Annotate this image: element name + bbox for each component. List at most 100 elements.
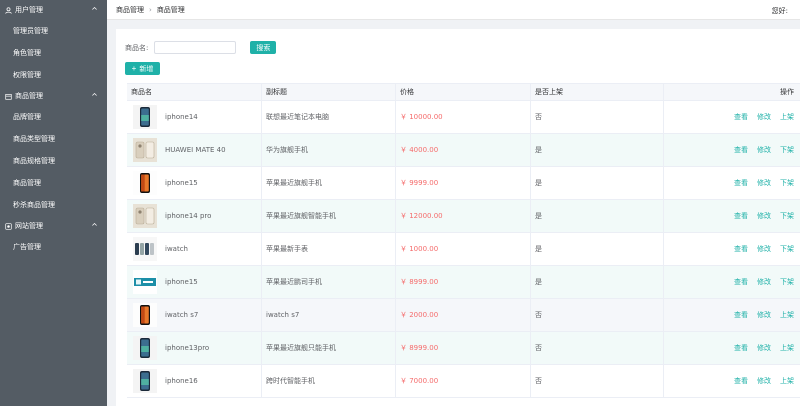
subtitle-cell: 苹果最近旗舰手机 — [262, 167, 396, 199]
goods-name-cell: HUAWEI MATE 40 — [127, 134, 262, 166]
goods-name-cell: iphone14 — [127, 101, 262, 133]
actions-cell: 查看 修改 下架 — [664, 200, 800, 232]
on-shelf-cell: 否 — [531, 101, 664, 133]
sidebar-item-goods-type[interactable]: 商品类型管理 — [0, 128, 107, 150]
chevron-up-icon — [91, 221, 98, 228]
view-link[interactable]: 查看 — [734, 376, 748, 386]
column-header: 是否上架 — [531, 84, 664, 100]
column-header: 商品名 — [127, 84, 262, 100]
phone-orange-icon — [133, 171, 157, 195]
view-link[interactable]: 查看 — [734, 277, 748, 287]
actions-cell: 查看 修改 上架 — [664, 101, 800, 133]
chevron-up-icon — [91, 91, 98, 98]
actions-cell: 查看 修改 下架 — [664, 134, 800, 166]
sidebar-item-permission[interactable]: 权限管理 — [0, 64, 107, 86]
subtitle-cell: 苹果最近旗舰智能手机 — [262, 200, 396, 232]
view-link[interactable]: 查看 — [734, 310, 748, 320]
shelf-toggle-link[interactable]: 上架 — [780, 112, 794, 122]
menu-group-label: 商品管理 — [15, 92, 43, 100]
on-shelf-cell: 是 — [531, 134, 664, 166]
table-row: iphone14 联想最近笔记本电脑 ￥ 10000.00 否 查看 修改 上架 — [127, 101, 800, 134]
sidebar-item-brand[interactable]: 品牌管理 — [0, 106, 107, 128]
menu-group-user[interactable]: 用户管理 — [0, 0, 107, 20]
breadcrumb: 商品管理 › 商品管理 — [107, 5, 185, 15]
price-cell: ￥ 8999.00 — [396, 266, 531, 298]
sidebar-item-ad[interactable]: 广告管理 — [0, 236, 107, 258]
phone-dark-icon — [133, 369, 157, 393]
sidebar-item-role[interactable]: 角色管理 — [0, 42, 107, 64]
on-shelf-cell: 是 — [531, 266, 664, 298]
sidebar-item-seckill[interactable]: 秒杀商品管理 — [0, 194, 107, 216]
column-header: 价格 — [396, 84, 531, 100]
sidebar-item-admin[interactable]: 管理员管理 — [0, 20, 107, 42]
shelf-toggle-link[interactable]: 下架 — [780, 277, 794, 287]
phone-dark-icon — [133, 105, 157, 129]
goods-name: iphone13pro — [165, 344, 210, 352]
goods-name: iwatch s7 — [165, 311, 199, 319]
shelf-toggle-link[interactable]: 下架 — [780, 145, 794, 155]
search-input[interactable] — [154, 41, 237, 54]
view-link[interactable]: 查看 — [734, 211, 748, 221]
subtitle-cell: 苹果最近鹏司手机 — [262, 266, 396, 298]
subtitle-cell: 华为旗舰手机 — [262, 134, 396, 166]
actions-cell: 查看 修改 下架 — [664, 167, 800, 199]
on-shelf-cell: 是 — [531, 233, 664, 265]
goods-name-cell: iphone15 — [127, 167, 262, 199]
search-label: 商品名: — [125, 43, 149, 52]
goods-name: iphone15 — [165, 278, 198, 286]
sidebar-item-goods-spec[interactable]: 商品规格管理 — [0, 150, 107, 172]
menu-group-site[interactable]: 网站管理 — [0, 216, 107, 236]
shelf-toggle-link[interactable]: 下架 — [780, 211, 794, 221]
shelf-toggle-link[interactable]: 下架 — [780, 244, 794, 254]
on-shelf-cell: 否 — [531, 299, 664, 331]
add-button[interactable]: + 新增 — [125, 62, 160, 75]
price-cell: ￥ 10000.00 — [396, 101, 531, 133]
phone-pair-icon — [133, 138, 157, 162]
goods-name: iphone16 — [165, 377, 198, 385]
view-link[interactable]: 查看 — [734, 112, 748, 122]
table-row: iwatch s7 iwatch s7 ￥ 2000.00 否 查看 修改 上架 — [127, 299, 800, 332]
actions-cell: 查看 修改 上架 — [664, 332, 800, 364]
menu-group-label: 用户管理 — [15, 6, 43, 14]
search-button[interactable]: 搜索 — [250, 41, 277, 54]
search-bar: 商品名: 搜索 — [125, 41, 277, 54]
edit-link[interactable]: 修改 — [757, 310, 771, 320]
user-greeting[interactable]: 您好: — [772, 6, 788, 16]
actions-cell: 查看 修改 下架 — [664, 266, 800, 298]
edit-link[interactable]: 修改 — [757, 244, 771, 254]
edit-link[interactable]: 修改 — [757, 376, 771, 386]
goods-name: HUAWEI MATE 40 — [165, 146, 226, 154]
subtitle-cell: 联想最近笔记本电脑 — [262, 101, 396, 133]
shelf-toggle-link[interactable]: 上架 — [780, 376, 794, 386]
price-cell: ￥ 1000.00 — [396, 233, 531, 265]
view-link[interactable]: 查看 — [734, 178, 748, 188]
edit-link[interactable]: 修改 — [757, 343, 771, 353]
edit-link[interactable]: 修改 — [757, 211, 771, 221]
user-icon — [5, 6, 12, 14]
edit-link[interactable]: 修改 — [757, 277, 771, 287]
breadcrumb-item[interactable]: 商品管理 — [116, 5, 144, 15]
phone-banner-icon — [133, 270, 157, 294]
edit-link[interactable]: 修改 — [757, 178, 771, 188]
menu-group-goods[interactable]: 商品管理 — [0, 86, 107, 106]
price-cell: ￥ 7000.00 — [396, 365, 531, 397]
goods-name-cell: iwatch s7 — [127, 299, 262, 331]
view-link[interactable]: 查看 — [734, 244, 748, 254]
actions-cell: 查看 修改 上架 — [664, 365, 800, 397]
price-cell: ￥ 9999.00 — [396, 167, 531, 199]
subtitle-cell: 跨时代智能手机 — [262, 365, 396, 397]
watch-icon — [133, 237, 157, 261]
shelf-toggle-link[interactable]: 下架 — [780, 178, 794, 188]
view-link[interactable]: 查看 — [734, 343, 748, 353]
shelf-toggle-link[interactable]: 上架 — [780, 343, 794, 353]
edit-link[interactable]: 修改 — [757, 145, 771, 155]
goods-name-cell: iphone15 — [127, 266, 262, 298]
table-row: iphone15 苹果最近鹏司手机 ￥ 8999.00 是 查看 修改 下架 — [127, 266, 800, 299]
edit-link[interactable]: 修改 — [757, 112, 771, 122]
goods-name: iphone15 — [165, 179, 198, 187]
sidebar-item-goods[interactable]: 商品管理 — [0, 172, 107, 194]
breadcrumb-item: 商品管理 — [156, 5, 185, 14]
view-link[interactable]: 查看 — [734, 145, 748, 155]
shelf-toggle-link[interactable]: 上架 — [780, 310, 794, 320]
phone-orange-icon — [133, 303, 157, 327]
